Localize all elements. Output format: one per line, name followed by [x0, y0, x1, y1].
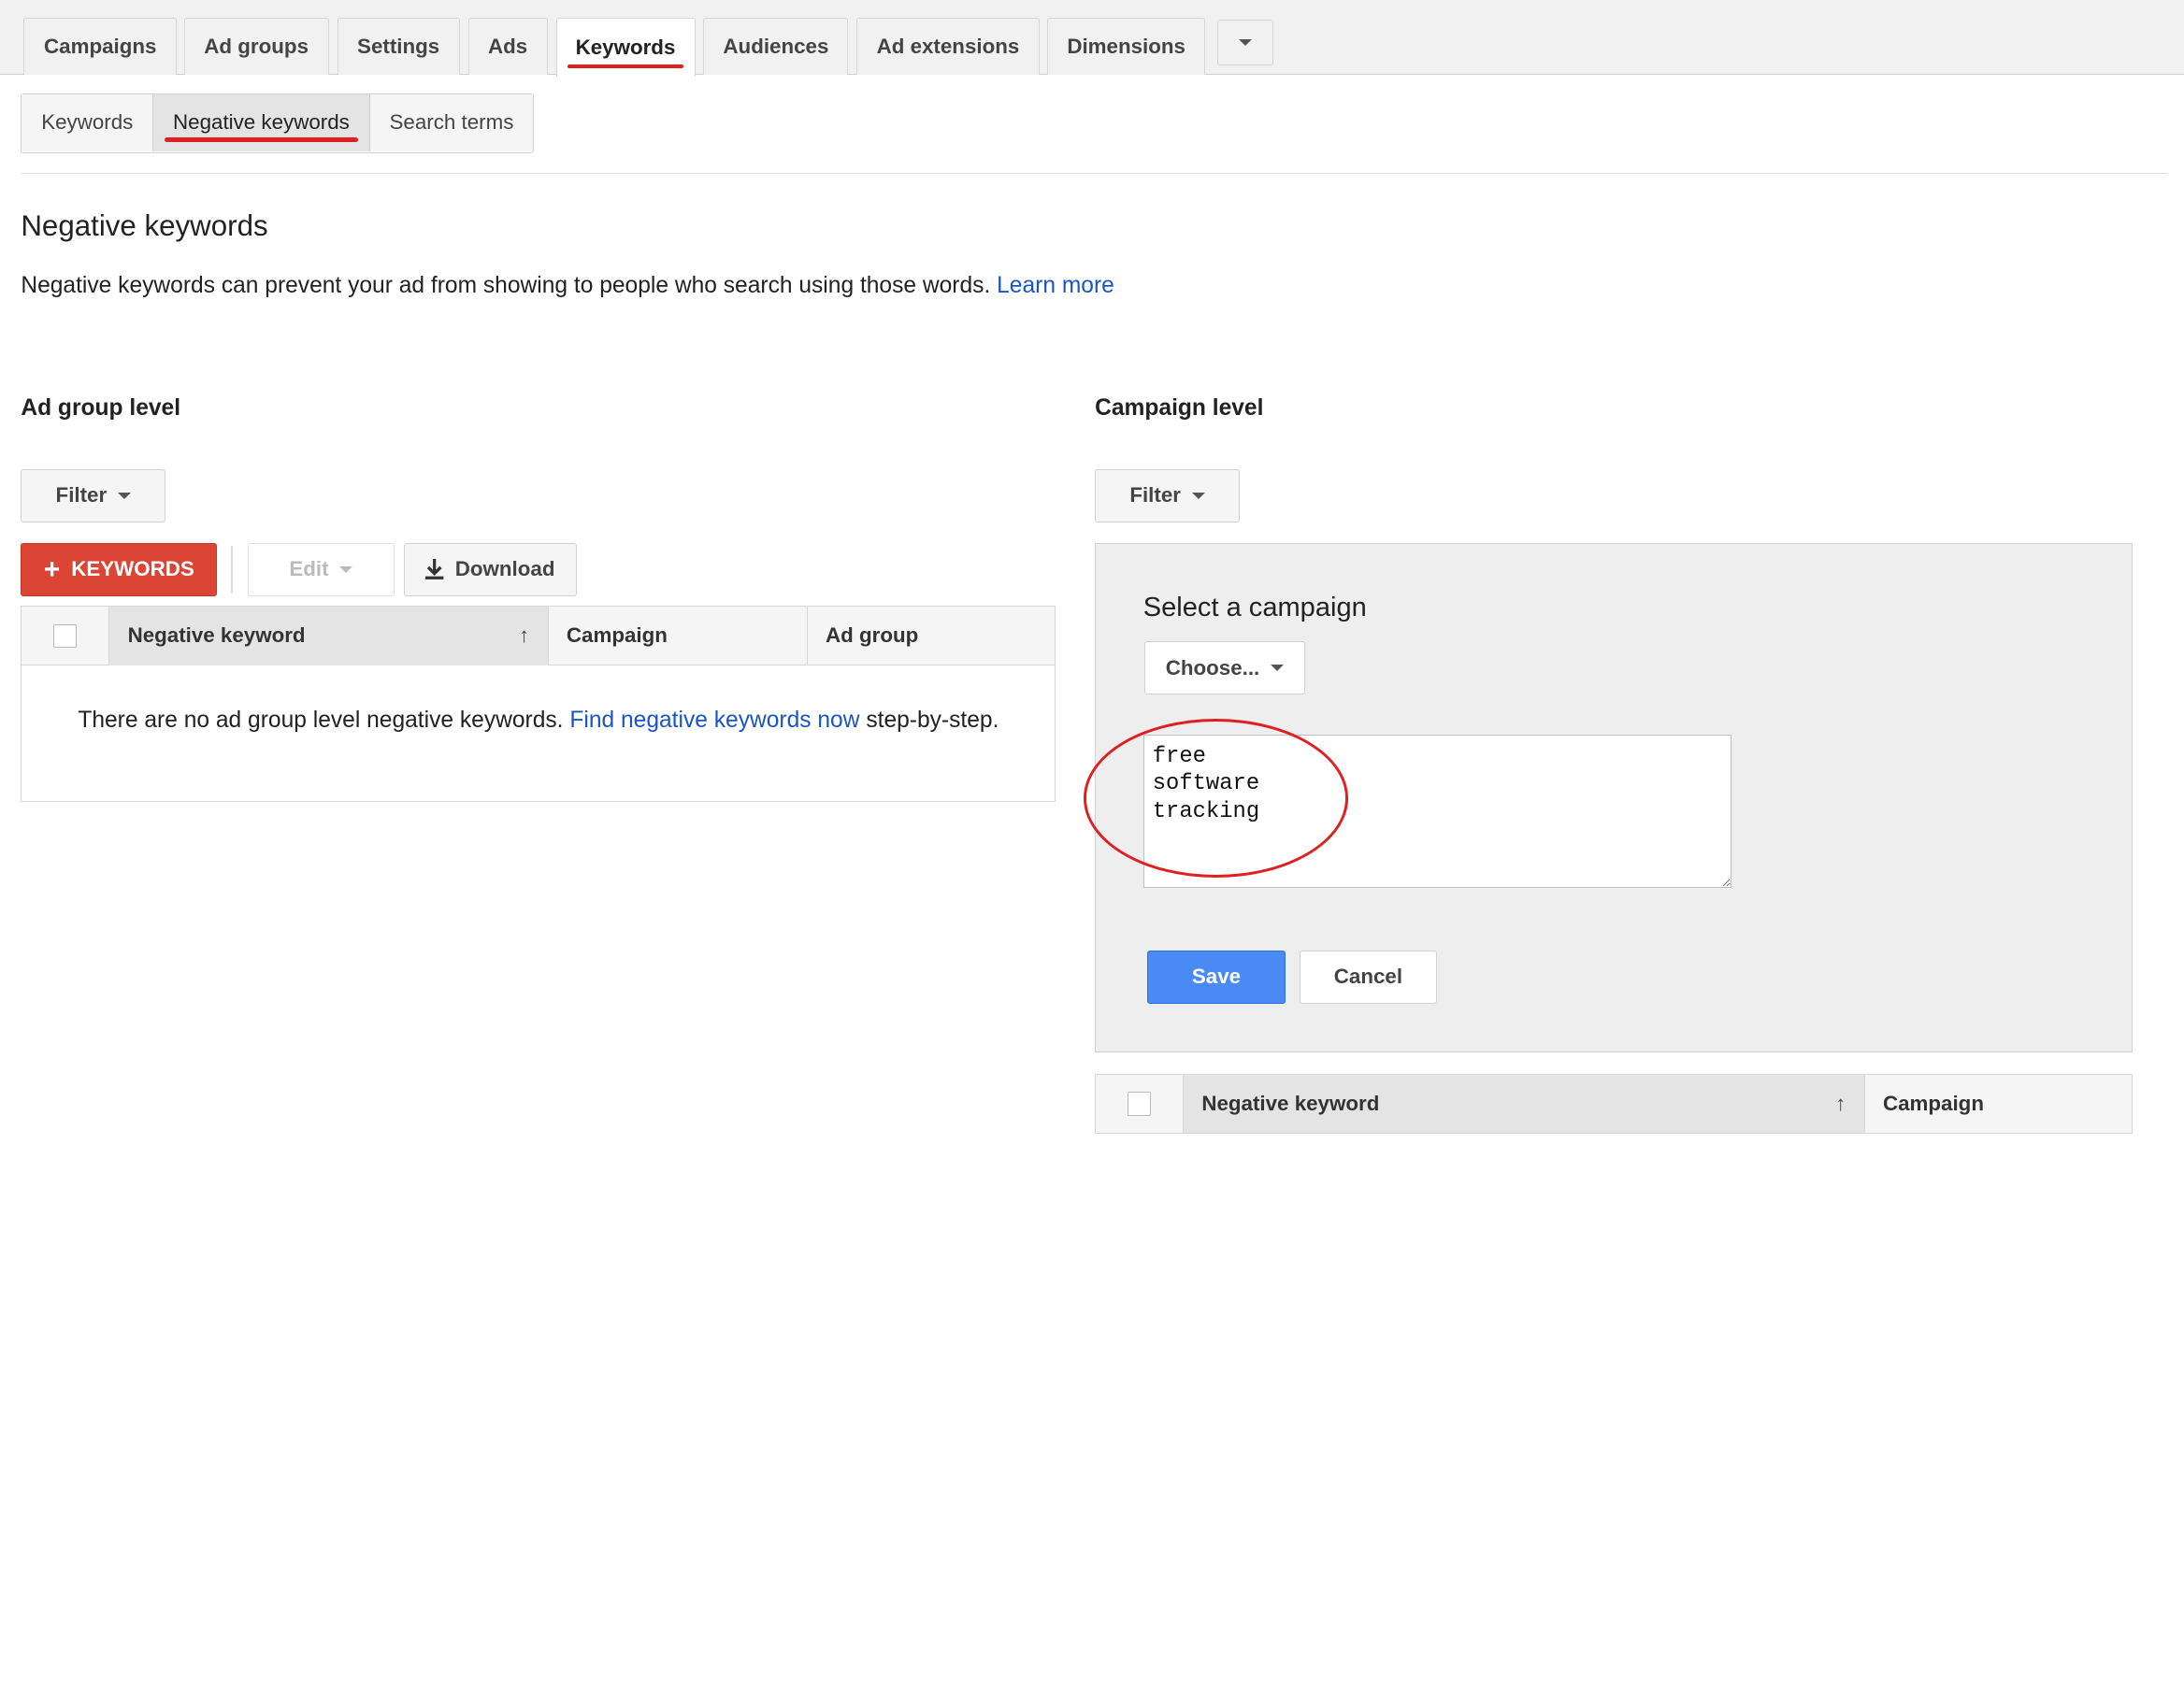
tab-ad-groups[interactable]: Ad groups [183, 18, 329, 76]
select-all-checkbox[interactable] [53, 623, 78, 649]
column-campaign[interactable]: Campaign [1865, 1075, 2133, 1134]
tab-label: Keywords [567, 36, 683, 70]
select-campaign-title: Select a campaign [1142, 593, 1367, 623]
download-label: Download [454, 557, 555, 581]
tab-label: Settings [357, 35, 440, 59]
keyword-subtabs: Keywords Negative keywords Search terms [21, 93, 535, 153]
main-tab-bar: Campaigns Ad groups Settings Ads Keyword… [0, 0, 2184, 77]
column-ad-group[interactable]: Ad group [808, 607, 1056, 665]
select-all-cell [1096, 1074, 1184, 1134]
column-campaign[interactable]: Campaign [549, 607, 808, 665]
subtab-search-terms[interactable]: Search terms [369, 93, 534, 151]
empty-message-text: There are no ad group level negative key… [78, 708, 564, 734]
cancel-button[interactable]: Cancel [1299, 951, 1438, 1004]
column-negative-keyword[interactable]: Negative keyword ↑ [109, 607, 549, 665]
column-label: Campaign [1882, 1092, 1984, 1116]
edit-button[interactable]: Edit [248, 543, 395, 596]
table-header: Negative keyword ↑ Campaign [1096, 1074, 2133, 1134]
ad-group-filter-button[interactable]: Filter [21, 469, 166, 522]
sort-up-arrow-icon: ↑ [1835, 1092, 1846, 1116]
table-header: Negative keyword ↑ Campaign Ad group [22, 607, 1056, 665]
select-all-checkbox[interactable] [1127, 1092, 1152, 1116]
plus-icon: + [43, 553, 61, 585]
campaign-level-title: Campaign level [1095, 395, 1264, 422]
empty-message-suffix: step-by-step. [866, 708, 999, 734]
choose-campaign-dropdown[interactable]: Choose... [1144, 641, 1305, 694]
add-campaign-negative-keywords-panel: Select a campaign Choose... free softwar… [1095, 543, 2134, 1053]
filter-label: Filter [55, 483, 108, 508]
page-description: Negative keywords can prevent your ad fr… [21, 273, 1114, 299]
subtab-negative-keywords[interactable]: Negative keywords [153, 93, 370, 151]
cancel-label: Cancel [1333, 965, 1403, 989]
tab-settings[interactable]: Settings [337, 18, 460, 76]
find-negative-keywords-link[interactable]: Find negative keywords now [569, 708, 859, 733]
column-label: Negative keyword [127, 623, 306, 648]
tab-more-button[interactable] [1217, 19, 1273, 66]
tab-audiences[interactable]: Audiences [703, 18, 849, 76]
chevron-down-icon [1191, 492, 1205, 499]
chevron-down-icon [1271, 665, 1285, 671]
tab-label: Audiences [723, 35, 829, 59]
tab-label: Ad groups [204, 35, 309, 59]
download-icon [425, 559, 444, 580]
add-keywords-label: KEYWORDS [71, 557, 194, 581]
save-label: Save [1191, 965, 1242, 989]
negative-keywords-textarea[interactable]: free software tracking [1142, 735, 1731, 889]
tab-label: Campaigns [44, 35, 157, 59]
filter-label: Filter [1129, 483, 1181, 508]
campaign-negative-keywords-table: Negative keyword ↑ Campaign [1095, 1073, 2134, 1134]
ad-group-negative-keywords-table: Negative keyword ↑ Campaign Ad group The… [21, 606, 1056, 803]
choose-label: Choose... [1165, 655, 1260, 679]
toolbar-separator [231, 546, 233, 594]
ad-group-level-title: Ad group level [21, 395, 181, 422]
campaign-filter-button[interactable]: Filter [1095, 469, 1241, 522]
tab-campaigns[interactable]: Campaigns [23, 18, 178, 76]
tab-label: Dimensions [1067, 35, 1185, 59]
tab-ad-extensions[interactable]: Ad extensions [856, 18, 1040, 76]
column-label: Campaign [566, 623, 668, 648]
subtab-keywords[interactable]: Keywords [22, 93, 154, 151]
description-text: Negative keywords can prevent your ad fr… [21, 273, 991, 299]
divider [21, 172, 2168, 175]
tab-keywords[interactable]: Keywords [555, 18, 696, 77]
sort-up-arrow-icon: ↑ [519, 623, 530, 648]
edit-label: Edit [289, 557, 329, 581]
add-keywords-button[interactable]: + KEYWORDS [21, 543, 218, 596]
tab-dimensions[interactable]: Dimensions [1047, 18, 1205, 76]
subtab-label: Search terms [389, 110, 514, 135]
empty-table-message: There are no ad group level negative key… [22, 665, 1055, 735]
chevron-down-icon [1239, 38, 1253, 46]
chevron-down-icon [339, 565, 353, 573]
subtab-label: Negative keywords [165, 110, 358, 143]
chevron-down-icon [118, 492, 132, 499]
column-label: Negative keyword [1201, 1092, 1380, 1116]
subtab-label: Keywords [41, 110, 134, 135]
select-all-cell [22, 607, 110, 665]
tab-label: Ads [487, 35, 528, 59]
column-negative-keyword[interactable]: Negative keyword ↑ [1183, 1074, 1865, 1134]
page-title: Negative keywords [21, 208, 268, 242]
save-button[interactable]: Save [1147, 951, 1286, 1004]
learn-more-link[interactable]: Learn more [997, 273, 1114, 298]
tab-label: Ad extensions [876, 35, 1020, 59]
download-button[interactable]: Download [404, 543, 577, 596]
column-label: Ad group [826, 623, 919, 648]
tab-ads[interactable]: Ads [467, 18, 548, 76]
